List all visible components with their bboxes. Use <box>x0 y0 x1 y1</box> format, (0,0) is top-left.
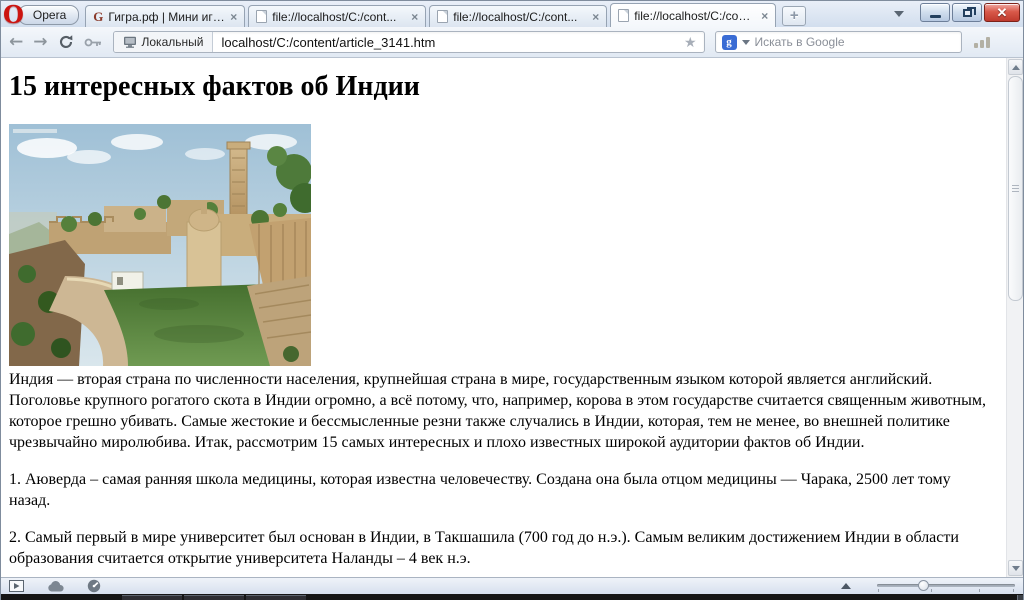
page-title: 15 интересных фактов об Индии <box>9 71 998 103</box>
show-desktop-button[interactable] <box>1017 595 1023 600</box>
opera-link-button[interactable] <box>47 581 65 592</box>
fit-to-width-icon[interactable] <box>841 583 851 589</box>
tab-local-file-3-active[interactable]: file://localhost/C:/cont... × <box>610 3 776 27</box>
security-badge-label: Локальный <box>142 35 204 49</box>
tab-title: file://localhost/C:/cont... <box>453 10 587 24</box>
reload-icon <box>58 34 74 50</box>
tab-title: file://localhost/C:/cont... <box>634 9 756 23</box>
back-button[interactable]: ← <box>9 34 23 51</box>
close-window-button[interactable]: ✕ <box>984 3 1020 22</box>
reload-button[interactable] <box>58 34 74 50</box>
opera-menu-label: Opera <box>18 5 79 25</box>
browser-window: O Opera G Гигра.рф | Мини игры... × file… <box>0 0 1024 600</box>
url-input[interactable] <box>213 35 676 50</box>
zoom-slider-handle[interactable] <box>918 580 929 591</box>
tab-title: file://localhost/C:/cont... <box>272 10 406 24</box>
opera-turbo-button[interactable] <box>87 579 101 593</box>
cloud-icon <box>47 581 65 592</box>
restore-button[interactable] <box>952 3 982 22</box>
close-tab-icon[interactable]: × <box>592 12 599 22</box>
zoom-slider[interactable] <box>877 580 1015 592</box>
article-paragraph: 2. Самый первый в мире университет был о… <box>9 527 994 569</box>
close-icon: ✕ <box>997 6 1008 19</box>
page-favicon-icon <box>437 10 448 23</box>
gigra-favicon: G <box>93 9 103 25</box>
panels-toggle-button[interactable] <box>9 580 25 592</box>
bookmark-star-icon[interactable]: ★ <box>677 34 704 51</box>
taskbar-button[interactable] <box>122 595 182 600</box>
page-favicon-icon <box>256 10 267 23</box>
minimize-icon <box>930 15 941 18</box>
close-tab-icon[interactable]: × <box>230 12 237 22</box>
new-tab-button[interactable]: + <box>782 6 806 26</box>
tab-local-file-2[interactable]: file://localhost/C:/cont... × <box>429 5 607 27</box>
article-paragraph: Индия — вторая страна по численности нас… <box>9 369 994 453</box>
scrollbar-thumb[interactable] <box>1008 76 1023 301</box>
arrow-down-icon <box>1012 566 1020 571</box>
password-wand-button[interactable] <box>84 37 103 48</box>
web-page: 15 интересных фактов об Индии <box>1 58 1006 577</box>
opera-menu-button[interactable]: O Opera <box>3 3 79 27</box>
search-box[interactable]: g <box>715 31 962 53</box>
status-bar <box>1 577 1023 594</box>
search-engine-chevron-icon[interactable] <box>742 40 750 45</box>
taskbar-button[interactable] <box>184 595 244 600</box>
article-paragraph: 1. Аюверда – самая ранняя школа медицины… <box>9 469 994 511</box>
zoom-controls <box>841 578 1015 594</box>
local-monitor-icon <box>123 36 137 48</box>
tab-gigra[interactable]: G Гигра.рф | Мини игры... × <box>85 5 245 27</box>
tab-list-chevron-icon[interactable] <box>894 11 904 17</box>
tab-local-file-1[interactable]: file://localhost/C:/cont... × <box>248 5 426 27</box>
minimize-button[interactable] <box>920 3 950 22</box>
tab-title: Гигра.рф | Мини игры... <box>108 10 225 24</box>
tab-bar: O Opera G Гигра.рф | Мини игры... × file… <box>1 1 1023 27</box>
scrollbar-grip-icon <box>1012 185 1019 194</box>
vertical-scrollbar[interactable] <box>1006 58 1023 577</box>
security-badge[interactable]: Локальный <box>114 32 214 52</box>
windows-taskbar-edge[interactable] <box>1 594 1023 600</box>
key-icon <box>84 37 103 48</box>
opera-logo-icon: O <box>3 4 24 26</box>
arrow-up-icon <box>1012 65 1020 70</box>
usage-bars-icon[interactable] <box>974 37 990 48</box>
close-tab-icon[interactable]: × <box>761 11 768 21</box>
speedometer-icon <box>87 579 101 593</box>
page-favicon-icon <box>618 9 629 22</box>
scroll-down-button[interactable] <box>1008 560 1023 576</box>
restore-icon <box>963 9 972 17</box>
forward-button[interactable]: → <box>33 34 47 51</box>
scroll-up-button[interactable] <box>1008 59 1023 75</box>
navigation-toolbar: ← → Локальный <box>1 27 1023 58</box>
search-input[interactable] <box>755 35 955 49</box>
window-controls: ✕ <box>920 3 1020 22</box>
google-engine-icon[interactable]: g <box>722 35 737 50</box>
taskbar-button[interactable] <box>246 595 306 600</box>
panels-icon <box>9 580 25 592</box>
zoom-slider-track[interactable] <box>877 584 1015 587</box>
viewport: 15 интересных фактов об Индии <box>1 58 1023 577</box>
address-bar[interactable]: Локальный ★ <box>113 31 705 53</box>
article-photo-chittorgarh <box>9 124 311 366</box>
close-tab-icon[interactable]: × <box>411 12 418 22</box>
